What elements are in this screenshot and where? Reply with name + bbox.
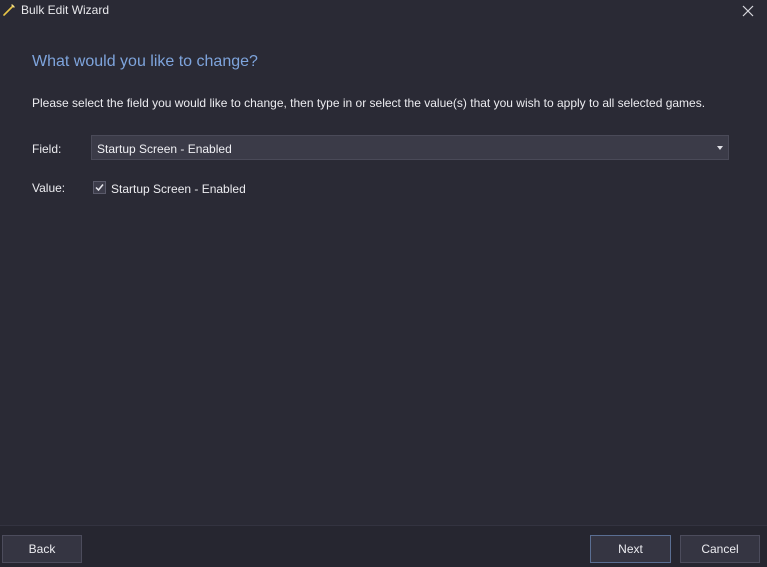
- bulk-edit-wizard-window: Bulk Edit Wizard What would you like to …: [0, 0, 767, 567]
- page-heading: What would you like to change?: [32, 53, 258, 70]
- footer-bar: Back Next Cancel: [0, 525, 767, 567]
- cancel-button[interactable]: Cancel: [680, 535, 760, 563]
- title-bar: Bulk Edit Wizard: [0, 0, 767, 22]
- value-label: Value:: [32, 181, 66, 195]
- close-button[interactable]: [737, 1, 759, 21]
- field-label: Field:: [32, 142, 62, 156]
- next-button[interactable]: Next: [590, 535, 671, 563]
- field-dropdown-value: Startup Screen - Enabled: [97, 142, 232, 156]
- close-icon[interactable]: [742, 5, 754, 17]
- checkmark-icon: [95, 184, 104, 192]
- field-dropdown[interactable]: Startup Screen - Enabled: [91, 135, 729, 160]
- value-checkbox-label[interactable]: Startup Screen - Enabled: [111, 182, 246, 196]
- chevron-down-icon[interactable]: [717, 146, 723, 150]
- value-checkbox[interactable]: [93, 181, 106, 194]
- back-button[interactable]: Back: [2, 535, 82, 563]
- instructions-text: Please select the field you would like t…: [32, 96, 706, 110]
- wand-icon: [2, 3, 16, 17]
- window-title: Bulk Edit Wizard: [21, 3, 110, 17]
